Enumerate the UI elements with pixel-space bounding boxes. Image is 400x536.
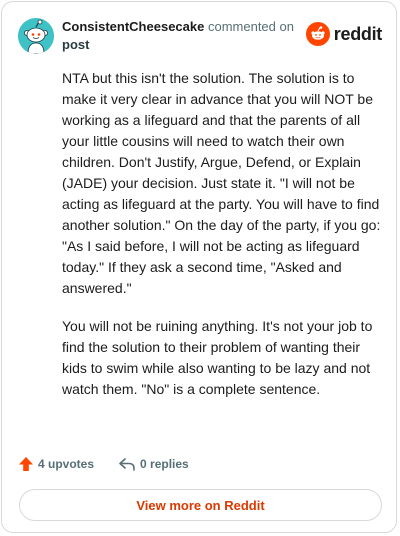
comment-paragraph: NTA but this isn't the solution. The sol… — [62, 70, 381, 296]
reply-count: 0 replies — [140, 457, 189, 471]
upvote-arrow-icon — [18, 456, 34, 472]
reddit-logo-icon — [305, 22, 330, 46]
comment-card: ConsistentCheesecake commented on post r… — [1, 1, 397, 533]
comment-paragraph: You will not be ruining anything. It's n… — [62, 318, 373, 397]
comment-header: ConsistentCheesecake commented on post r… — [18, 16, 382, 56]
upvote-button[interactable]: 4 upvotes — [18, 456, 94, 472]
reply-icon — [118, 456, 136, 472]
reddit-brand[interactable]: reddit — [305, 20, 383, 48]
reply-button[interactable]: 0 replies — [118, 456, 189, 472]
comment-actions: 4 upvotes 0 replies — [18, 454, 189, 474]
comment-body: NTA but this isn't the solution. The sol… — [62, 68, 382, 417]
avatar[interactable] — [18, 18, 54, 54]
username-link[interactable]: ConsistentCheesecake — [62, 19, 204, 34]
view-more-button[interactable]: View more on Reddit — [19, 489, 382, 521]
brand-wordmark: reddit — [333, 23, 383, 44]
action-text: commented on — [207, 19, 294, 34]
comment-meta: ConsistentCheesecake commented on post — [62, 18, 312, 54]
post-link[interactable]: post — [62, 36, 312, 54]
snoo-avatar-icon — [18, 18, 54, 54]
upvote-count: 4 upvotes — [38, 457, 95, 471]
